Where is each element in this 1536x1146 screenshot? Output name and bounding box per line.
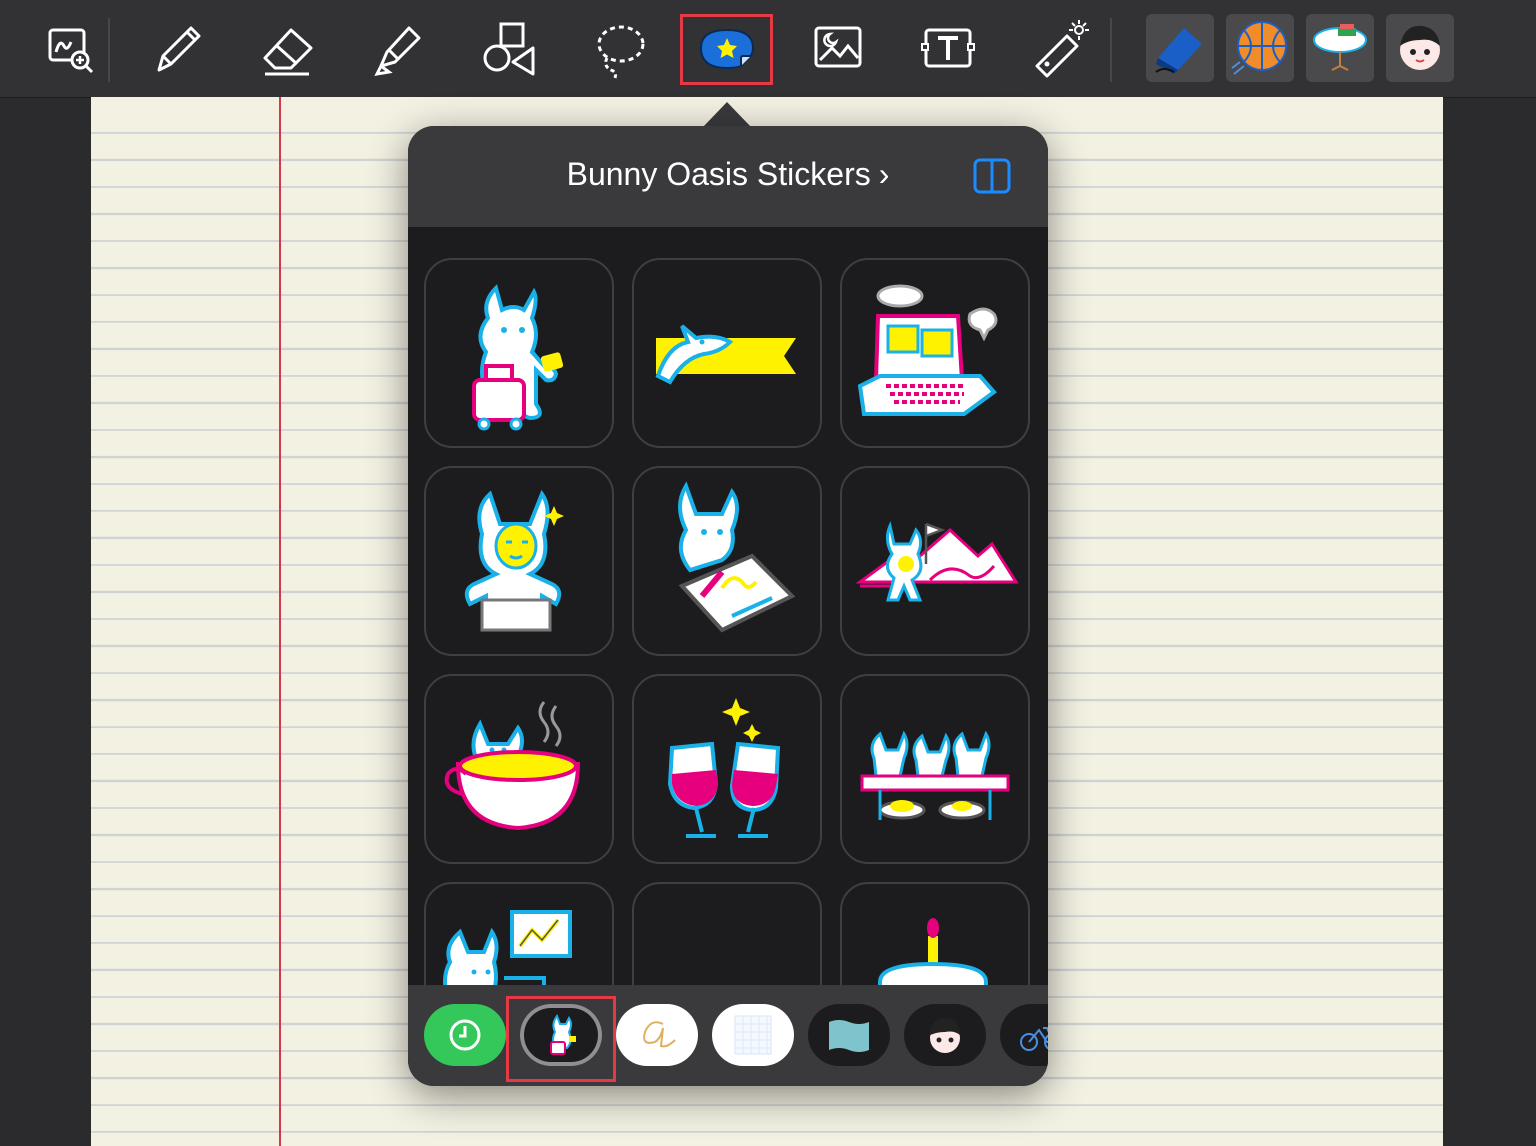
highlighter-icon[interactable] (360, 12, 434, 84)
washi-tape-pack[interactable] (808, 1004, 890, 1066)
bunny-chart-presentation-sticker[interactable] (424, 882, 614, 985)
recent-pack[interactable] (424, 1004, 506, 1066)
sticker-pack-title[interactable]: Bunny Oasis Stickers › (408, 156, 1048, 193)
bunny-icon (550, 1013, 576, 1055)
ribbon-banner-sticker[interactable] (632, 882, 822, 985)
paper-pack[interactable] (712, 1004, 794, 1066)
bunny-banner-sticker[interactable] (632, 258, 822, 448)
shapes-icon[interactable] (470, 12, 544, 84)
sticker-popover-header: Bunny Oasis Stickers › (408, 126, 1048, 227)
bunny-oasis-pack[interactable] (520, 1004, 602, 1066)
pen-icon[interactable] (140, 12, 214, 84)
sticker-pack-tray (408, 985, 1048, 1086)
bicycle-icon (1020, 1027, 1048, 1051)
eraser-icon[interactable] (250, 12, 324, 84)
chevron-right-icon: › (878, 156, 890, 192)
laser-pointer-icon[interactable] (1022, 12, 1096, 84)
bunny-tablet-drawing-sticker[interactable] (632, 466, 822, 656)
sticker-popover: Bunny Oasis Stickers › (408, 126, 1048, 1086)
favorite-avatar-sticker-icon[interactable] (1386, 14, 1454, 82)
text-box-icon[interactable] (911, 12, 985, 84)
birthday-cake-sticker[interactable] (840, 882, 1030, 985)
toolbar-divider (1110, 18, 1112, 82)
toolbar (0, 0, 1536, 98)
favorite-table-sticker-icon[interactable] (1306, 14, 1374, 82)
popover-arrow (703, 102, 751, 127)
bicycle-pack[interactable] (1000, 1004, 1048, 1066)
avatar-icon (929, 1018, 961, 1053)
letter-a-icon (643, 1021, 676, 1048)
avatar-pack[interactable] (904, 1004, 986, 1066)
bunny-suitcase-sticker[interactable] (424, 258, 614, 448)
sticker-grid (408, 227, 1048, 985)
split-view-icon[interactable] (972, 156, 1012, 196)
favorite-eraser-sticker-icon[interactable] (1146, 14, 1214, 82)
grid-paper-icon (734, 1015, 772, 1055)
bunnies-dinner-sticker[interactable] (840, 674, 1030, 864)
lasso-icon[interactable] (582, 12, 656, 84)
wine-cheers-sticker[interactable] (632, 674, 822, 864)
toolbar-divider (108, 18, 110, 82)
tape-icon (829, 1020, 869, 1052)
image-icon[interactable] (801, 12, 875, 84)
clock-icon (449, 1019, 481, 1051)
handwriting-pack[interactable] (616, 1004, 698, 1066)
bunny-face-mask-sticker[interactable] (424, 466, 614, 656)
sticker-icon[interactable] (690, 12, 764, 84)
bunny-laptop-call-sticker[interactable] (840, 258, 1030, 448)
page-margin-line (279, 97, 281, 1146)
bunny-mountain-flag-sticker[interactable] (840, 466, 1030, 656)
favorite-basketball-sticker-icon[interactable] (1226, 14, 1294, 82)
zoom-window-icon[interactable] (31, 12, 105, 84)
bunny-teacup-sticker[interactable] (424, 674, 614, 864)
